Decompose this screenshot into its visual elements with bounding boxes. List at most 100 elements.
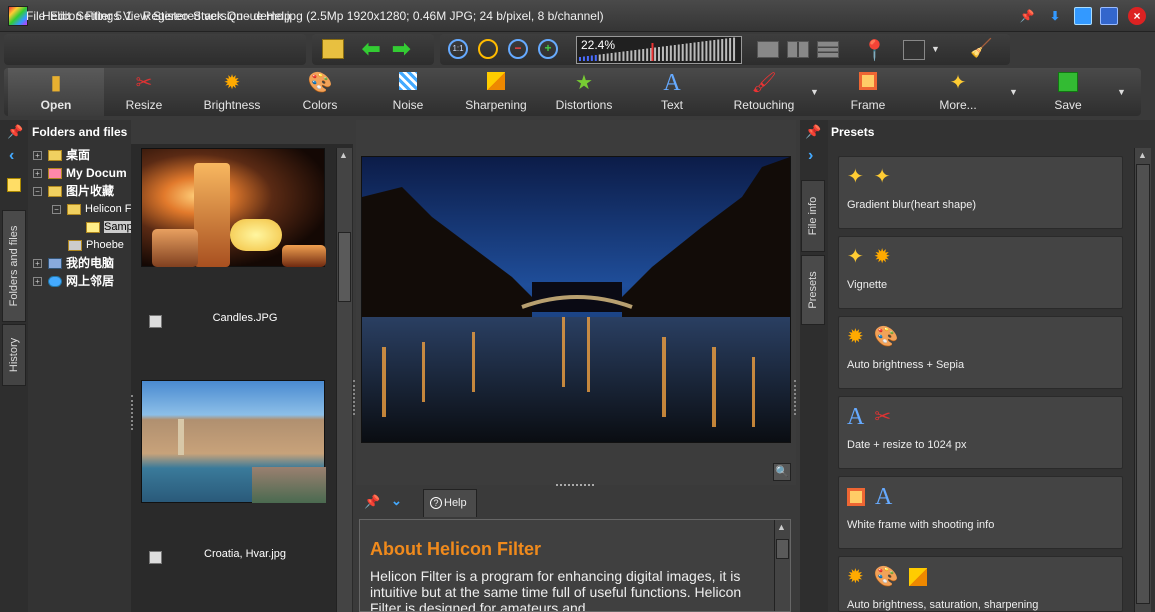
collapse-icon[interactable]: − [33, 187, 42, 197]
preset-white-frame[interactable]: A White frame with shooting info [838, 476, 1123, 549]
menu-edit[interactable]: Edit [50, 9, 71, 23]
single-view-icon[interactable] [757, 41, 779, 58]
zoom-fit-icon[interactable] [478, 39, 498, 59]
help-pin-icon[interactable]: 📌 [364, 494, 380, 510]
tab-presets[interactable]: Presets [801, 255, 825, 325]
open-button[interactable]: ▮ Open [8, 68, 104, 116]
menu-queue[interactable]: Queue [227, 9, 263, 23]
scrollbar-thumb[interactable] [338, 232, 351, 302]
noise-button[interactable]: Noise [368, 68, 448, 116]
collapse-icon[interactable]: − [52, 204, 61, 214]
colors-button[interactable]: 🎨 Colors [280, 68, 360, 116]
background-color-icon[interactable] [903, 40, 925, 60]
tree-item-samples[interactable]: Samp [86, 218, 131, 236]
retouching-label: Retouching [733, 98, 795, 112]
save-dropdown-icon[interactable]: ▼ [1117, 87, 1126, 97]
zoom-slider[interactable]: 22.4% [576, 36, 742, 64]
close-icon[interactable]: × [1128, 7, 1146, 25]
tools-icon[interactable]: 🧹 [970, 38, 992, 59]
brightness-button[interactable]: ✹ Brightness [190, 68, 274, 116]
expand-icon[interactable]: + [33, 259, 42, 269]
tab-help[interactable]: ? Help [423, 489, 477, 517]
retouching-button[interactable]: 🖌 Retouching [722, 68, 806, 116]
menu-help[interactable]: Help [266, 9, 291, 23]
background-color-dropdown-icon[interactable]: ▼ [931, 44, 940, 54]
tree-item-network[interactable]: + 网上邻居 [33, 272, 114, 290]
resize-button[interactable]: ✂ Resize [104, 68, 184, 116]
thumbnail-candles[interactable] [141, 148, 326, 267]
save-button[interactable]: Save [1028, 68, 1108, 116]
help-scrollbar[interactable]: ▲ [774, 520, 790, 611]
scrollbar-thumb[interactable] [776, 539, 789, 559]
menu-stack[interactable]: Stack [193, 9, 223, 23]
expand-icon[interactable]: + [33, 151, 42, 161]
tree-item-desktop[interactable]: + 桌面 [33, 146, 90, 164]
tab-history[interactable]: History [2, 324, 26, 386]
back-arrow-icon[interactable]: ⬅ [362, 36, 380, 62]
thumbnail-scrollbar[interactable]: ▲ [336, 148, 352, 612]
right-pin-icon[interactable]: 📌 [805, 124, 821, 140]
scrollbar-thumb[interactable] [1136, 164, 1150, 604]
panel-splitter[interactable] [794, 380, 798, 415]
left-pin-icon[interactable]: 📌 [7, 124, 23, 140]
pin-icon[interactable]: 📌 [1018, 7, 1036, 25]
location-pin-icon[interactable]: 📍 [862, 38, 887, 63]
preset-vignette[interactable]: ✦ ✹ Vignette [838, 236, 1123, 309]
scroll-up-icon[interactable]: ▲ [339, 150, 348, 160]
text-button[interactable]: A Text [632, 68, 712, 116]
presets-scrollbar[interactable]: ▲ [1134, 148, 1151, 612]
tree-item-phoebe[interactable]: Phoebe [68, 236, 124, 254]
help-collapse-icon[interactable]: ⌄ [391, 493, 402, 509]
tree-item-my-documents[interactable]: + My Docum [33, 164, 127, 182]
arrow-down-icon[interactable]: ⬇ [1046, 7, 1064, 25]
menu-stereo[interactable]: Stereo [153, 9, 188, 23]
folder-icon [48, 168, 62, 180]
monitor-icon[interactable] [1100, 7, 1118, 25]
panel-splitter[interactable] [556, 484, 594, 487]
panel-splitter[interactable] [131, 395, 135, 430]
tree-item-pictures[interactable]: − 图片收藏 [33, 182, 114, 200]
more-dropdown-icon[interactable]: ▼ [1009, 87, 1018, 97]
thumbnail-croatia[interactable] [141, 380, 326, 503]
tree-item-helicon[interactable]: − Helicon F [52, 200, 131, 218]
panel-splitter[interactable] [353, 380, 357, 415]
scroll-up-icon[interactable]: ▲ [777, 522, 786, 532]
tree-item-my-computer[interactable]: + 我的电脑 [33, 254, 114, 272]
preset-label: Date + resize to 1024 px [847, 439, 967, 451]
scroll-up-icon[interactable]: ▲ [1138, 150, 1147, 160]
network-icon [48, 276, 62, 288]
preset-date-resize[interactable]: A ✂ Date + resize to 1024 px [838, 396, 1123, 469]
collapse-right-icon[interactable]: › [808, 147, 813, 165]
split-view-icon[interactable] [787, 41, 809, 58]
magnifier-icon[interactable]: 🔍 [773, 463, 791, 481]
zoom-tick [725, 38, 728, 61]
expand-icon[interactable]: + [33, 169, 42, 179]
retouching-dropdown-icon[interactable]: ▼ [810, 87, 819, 97]
zoom-out-icon[interactable]: − [508, 39, 528, 59]
more-button[interactable]: ✦ More... [918, 68, 998, 116]
collapse-left-icon[interactable]: ‹ [9, 147, 14, 165]
distortions-icon: ★ [575, 72, 593, 94]
resize-label: Resize [125, 98, 163, 112]
menu-view[interactable]: View [123, 9, 149, 23]
preset-auto-brightness-saturation-sharpening[interactable]: ✹ 🎨 Auto brightness, saturation, sharpeni… [838, 556, 1123, 612]
tab-file-info[interactable]: File info [801, 180, 825, 252]
preset-auto-brightness-sepia[interactable]: ✹ 🎨 Auto brightness + Sepia [838, 316, 1123, 389]
expand-icon[interactable]: + [33, 277, 42, 287]
distortions-button[interactable]: ★ Distortions [542, 68, 626, 116]
zoom-actual-size-icon[interactable]: 1:1 [448, 39, 468, 59]
queue-icon[interactable] [7, 178, 21, 192]
menu-file[interactable]: File [26, 9, 45, 23]
browse-folder-icon[interactable] [322, 39, 344, 59]
zoom-in-icon[interactable]: + [538, 39, 558, 59]
stacked-view-icon[interactable] [817, 41, 839, 58]
main-image-amsterdam-canal[interactable] [361, 156, 791, 443]
forward-arrow-icon[interactable]: ➡ [392, 36, 410, 62]
zoom-tick [721, 39, 724, 61]
tab-folders-and-files[interactable]: Folders and files [2, 210, 26, 322]
window-mode-icon[interactable] [1074, 7, 1092, 25]
preset-gradient-blur[interactable]: ✦ ✦ Gradient blur(heart shape) [838, 156, 1123, 229]
menu-settings[interactable]: Settings [76, 9, 119, 23]
sharpening-button[interactable]: Sharpening [454, 68, 538, 116]
frame-button[interactable]: Frame [828, 68, 908, 116]
